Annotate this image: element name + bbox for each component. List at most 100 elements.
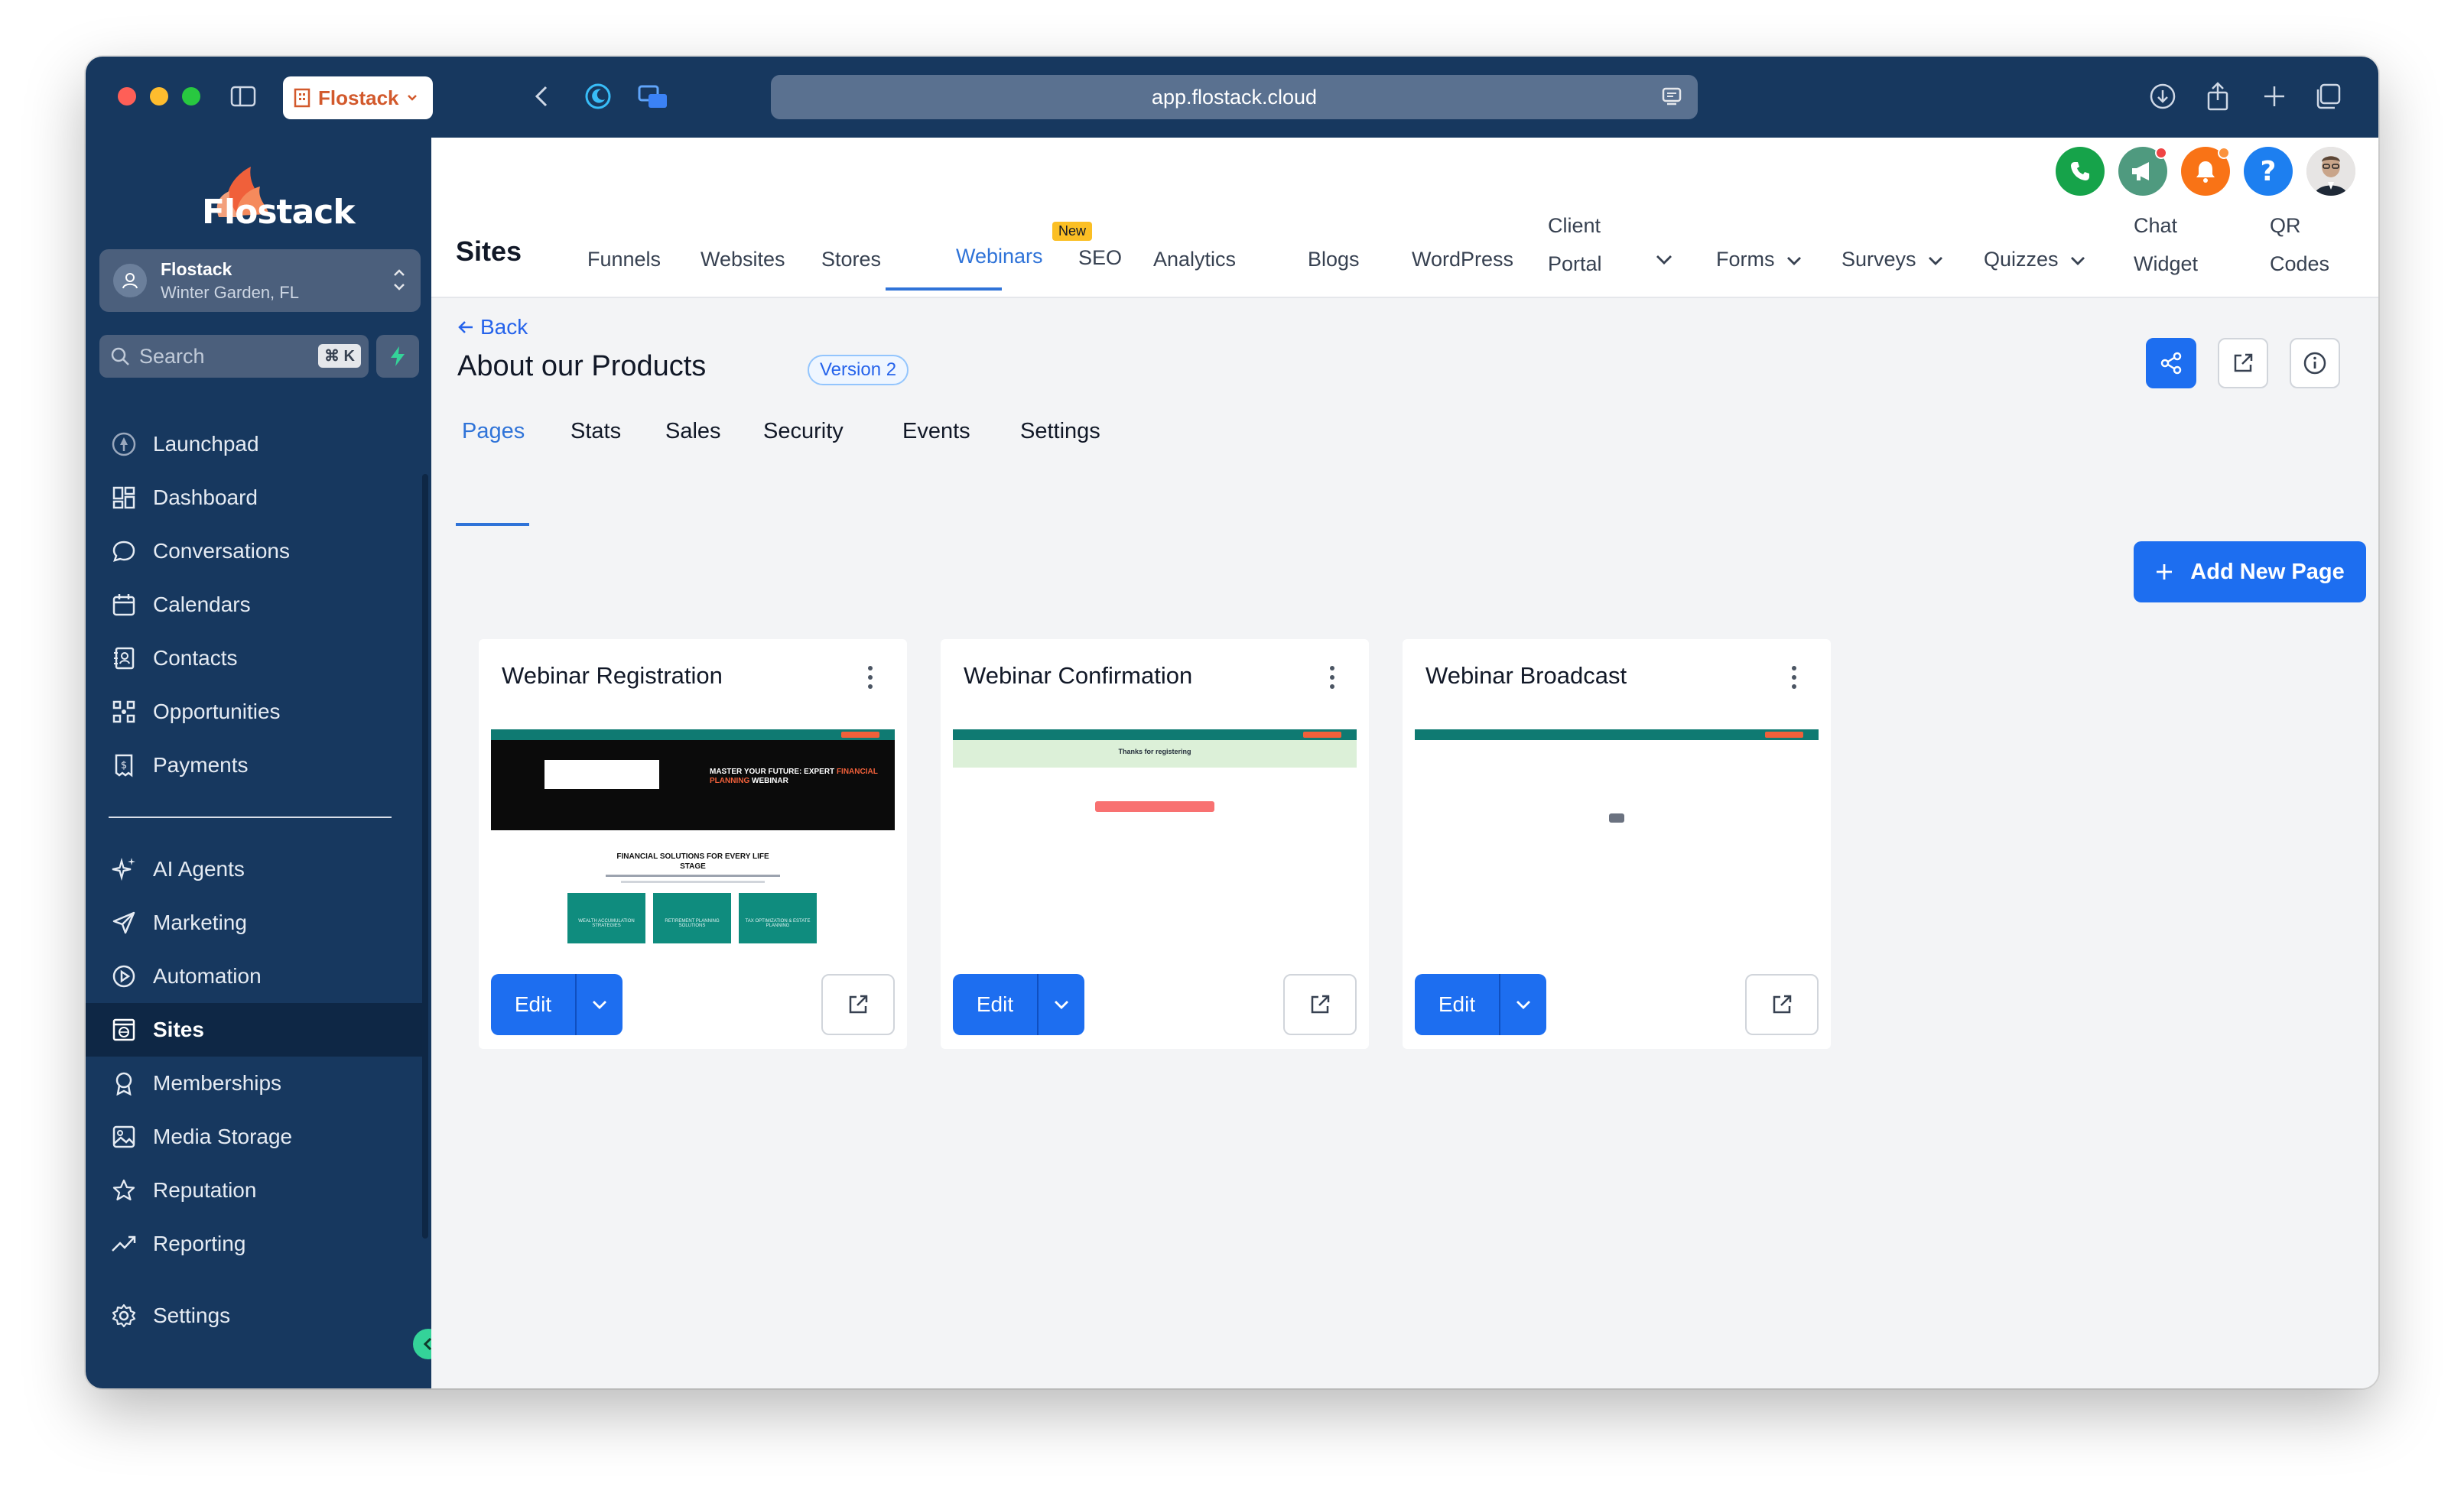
topnav-wordpress[interactable]: WordPress	[1412, 240, 1513, 278]
thumb-tile-label: TAX OPTIMIZATION & ESTATE PLANNING	[745, 919, 811, 928]
more-options-icon[interactable]	[1785, 662, 1803, 693]
sidebar-scrollbar[interactable]	[422, 474, 428, 1239]
sidebar-item-label: Memberships	[153, 1071, 282, 1095]
sidebar-item-label: Marketing	[153, 911, 247, 934]
edit-options-button[interactable]	[1037, 974, 1084, 1035]
sidebar-item-ai-agents[interactable]: AI Agents	[86, 843, 422, 896]
extension-screens-icon[interactable]	[636, 80, 670, 113]
sidebar-item-opportunities[interactable]: Opportunities	[86, 685, 422, 739]
page-thumbnail[interactable]: MASTER YOUR FUTURE: EXPERT FINANCIAL PLA…	[491, 729, 895, 959]
tab-sales[interactable]: Sales	[665, 419, 721, 444]
open-page-button[interactable]	[1283, 974, 1357, 1035]
share-nodes-icon	[2160, 352, 2182, 375]
topnav-quizzes[interactable]: Quizzes	[1984, 240, 2086, 278]
extension-moon-icon[interactable]	[581, 80, 615, 113]
sidebar-search-input[interactable]: Search ⌘ K	[99, 335, 369, 378]
thumb-headline-part: MASTER YOUR FUTURE: EXPERT	[710, 768, 837, 776]
open-page-button[interactable]	[1745, 974, 1819, 1035]
topnav-websites[interactable]: Websites	[701, 240, 785, 278]
topnav-funnels[interactable]: Funnels	[587, 240, 661, 278]
arrow-left-icon	[458, 321, 473, 333]
sidebar-item-marketing[interactable]: Marketing	[86, 896, 422, 950]
edit-options-button[interactable]	[1499, 974, 1546, 1035]
browser-window: Flostack app.flostack.cloud Flostack Flo…	[86, 57, 2378, 1388]
edit-options-button[interactable]	[575, 974, 623, 1035]
sidebar-item-reputation[interactable]: Reputation	[86, 1164, 422, 1217]
award-icon	[109, 1068, 139, 1099]
chevron-down-icon	[1516, 1001, 1530, 1009]
share-icon[interactable]	[2201, 80, 2235, 113]
edit-button-group: Edit	[1415, 974, 1546, 1035]
account-switcher[interactable]: Flostack Winter Garden, FL	[99, 249, 421, 312]
back-arrow-icon[interactable]	[525, 80, 558, 113]
tab-events[interactable]: Events	[902, 419, 970, 444]
thumb-cta-chip	[1303, 732, 1341, 738]
sidebar-item-media-storage[interactable]: Media Storage	[86, 1110, 422, 1164]
sidebar-item-contacts[interactable]: Contacts	[86, 631, 422, 685]
tab-settings[interactable]: Settings	[1020, 419, 1100, 444]
sidebar-item-memberships[interactable]: Memberships	[86, 1057, 422, 1110]
tab-pages[interactable]: Pages	[462, 419, 525, 444]
new-tab-plus-icon[interactable]	[2258, 80, 2291, 113]
thumb-confirmation-text: Thanks for registering	[1118, 748, 1191, 755]
address-bar[interactable]: app.flostack.cloud	[771, 75, 1698, 119]
more-options-icon[interactable]	[861, 662, 879, 693]
add-new-page-button[interactable]: Add New Page	[2134, 541, 2366, 602]
search-icon	[111, 347, 129, 365]
edit-button[interactable]: Edit	[1415, 974, 1499, 1035]
sidebar-item-calendars[interactable]: Calendars	[86, 578, 422, 631]
sidebar-item-dashboard[interactable]: Dashboard	[86, 471, 422, 524]
open-external-button[interactable]	[2218, 338, 2268, 388]
thumb-button	[1095, 801, 1214, 812]
version-badge: Version 2	[808, 355, 909, 385]
edit-button[interactable]: Edit	[491, 974, 575, 1035]
opportunities-icon	[109, 696, 139, 727]
sidebar-item-launchpad[interactable]: Launchpad	[86, 417, 422, 471]
topnav-stores[interactable]: Stores	[821, 240, 881, 278]
zoom-window-button[interactable]	[182, 87, 200, 106]
topnav-analytics[interactable]: Analytics	[1153, 240, 1236, 278]
topnav-surveys[interactable]: Surveys	[1841, 240, 1944, 278]
topnav-client-portal[interactable]: Client Portal	[1548, 206, 1602, 283]
topnav-webinars[interactable]: Webinars	[956, 237, 1043, 275]
top-navigation: Funnels Websites Stores Webinars New SEO…	[431, 138, 2378, 298]
chevron-down-icon	[1786, 256, 1801, 265]
sidebar-item-settings[interactable]: Settings	[86, 1289, 422, 1343]
tab-security[interactable]: Security	[763, 419, 844, 444]
page-thumbnail[interactable]: Thanks for registering	[953, 729, 1357, 959]
browser-tab-group[interactable]: Flostack	[283, 76, 433, 119]
back-link[interactable]: Back	[457, 315, 528, 339]
more-options-icon[interactable]	[1323, 662, 1341, 693]
share-button[interactable]	[2146, 338, 2196, 388]
download-icon[interactable]	[2146, 80, 2180, 113]
sidebar-item-conversations[interactable]: Conversations	[86, 524, 422, 578]
open-page-button[interactable]	[821, 974, 895, 1035]
sidebar-item-payments[interactable]: $ Payments	[86, 739, 422, 792]
thumb-tile-label: RETIREMENT PLANNING SOLUTIONS	[665, 919, 720, 928]
edit-button[interactable]: Edit	[953, 974, 1037, 1035]
plus-icon	[2157, 564, 2173, 580]
chat-bubble-icon	[109, 536, 139, 567]
sidebar-item-reporting[interactable]: Reporting	[86, 1217, 422, 1271]
tab-stats[interactable]: Stats	[570, 419, 621, 444]
sidebar-item-sites[interactable]: Sites	[86, 1003, 422, 1057]
quick-actions-button[interactable]	[376, 335, 419, 378]
info-button[interactable]	[2290, 338, 2340, 388]
tab-overview-icon[interactable]	[2311, 80, 2345, 113]
sidebar-item-automation[interactable]: Automation	[86, 950, 422, 1003]
topnav-blogs[interactable]: Blogs	[1308, 240, 1360, 278]
close-window-button[interactable]	[118, 87, 136, 106]
topnav-chat-widget[interactable]: Chat Widget	[2134, 206, 2198, 283]
topnav-forms-label: Forms	[1716, 248, 1775, 271]
minimize-window-button[interactable]	[150, 87, 168, 106]
card-title: Webinar Registration	[502, 662, 723, 689]
image-icon	[109, 1122, 139, 1152]
chevron-down-icon[interactable]	[1655, 254, 1673, 266]
topnav-seo[interactable]: SEO	[1078, 239, 1122, 277]
topnav-forms[interactable]: Forms	[1716, 240, 1802, 278]
sidebar-toggle-icon[interactable]	[226, 80, 260, 113]
reader-mode-icon[interactable]	[1661, 86, 1682, 108]
thumb-cta-chip	[1765, 732, 1803, 738]
topnav-qr-codes[interactable]: QR Codes	[2270, 206, 2329, 283]
page-thumbnail[interactable]	[1415, 729, 1819, 959]
